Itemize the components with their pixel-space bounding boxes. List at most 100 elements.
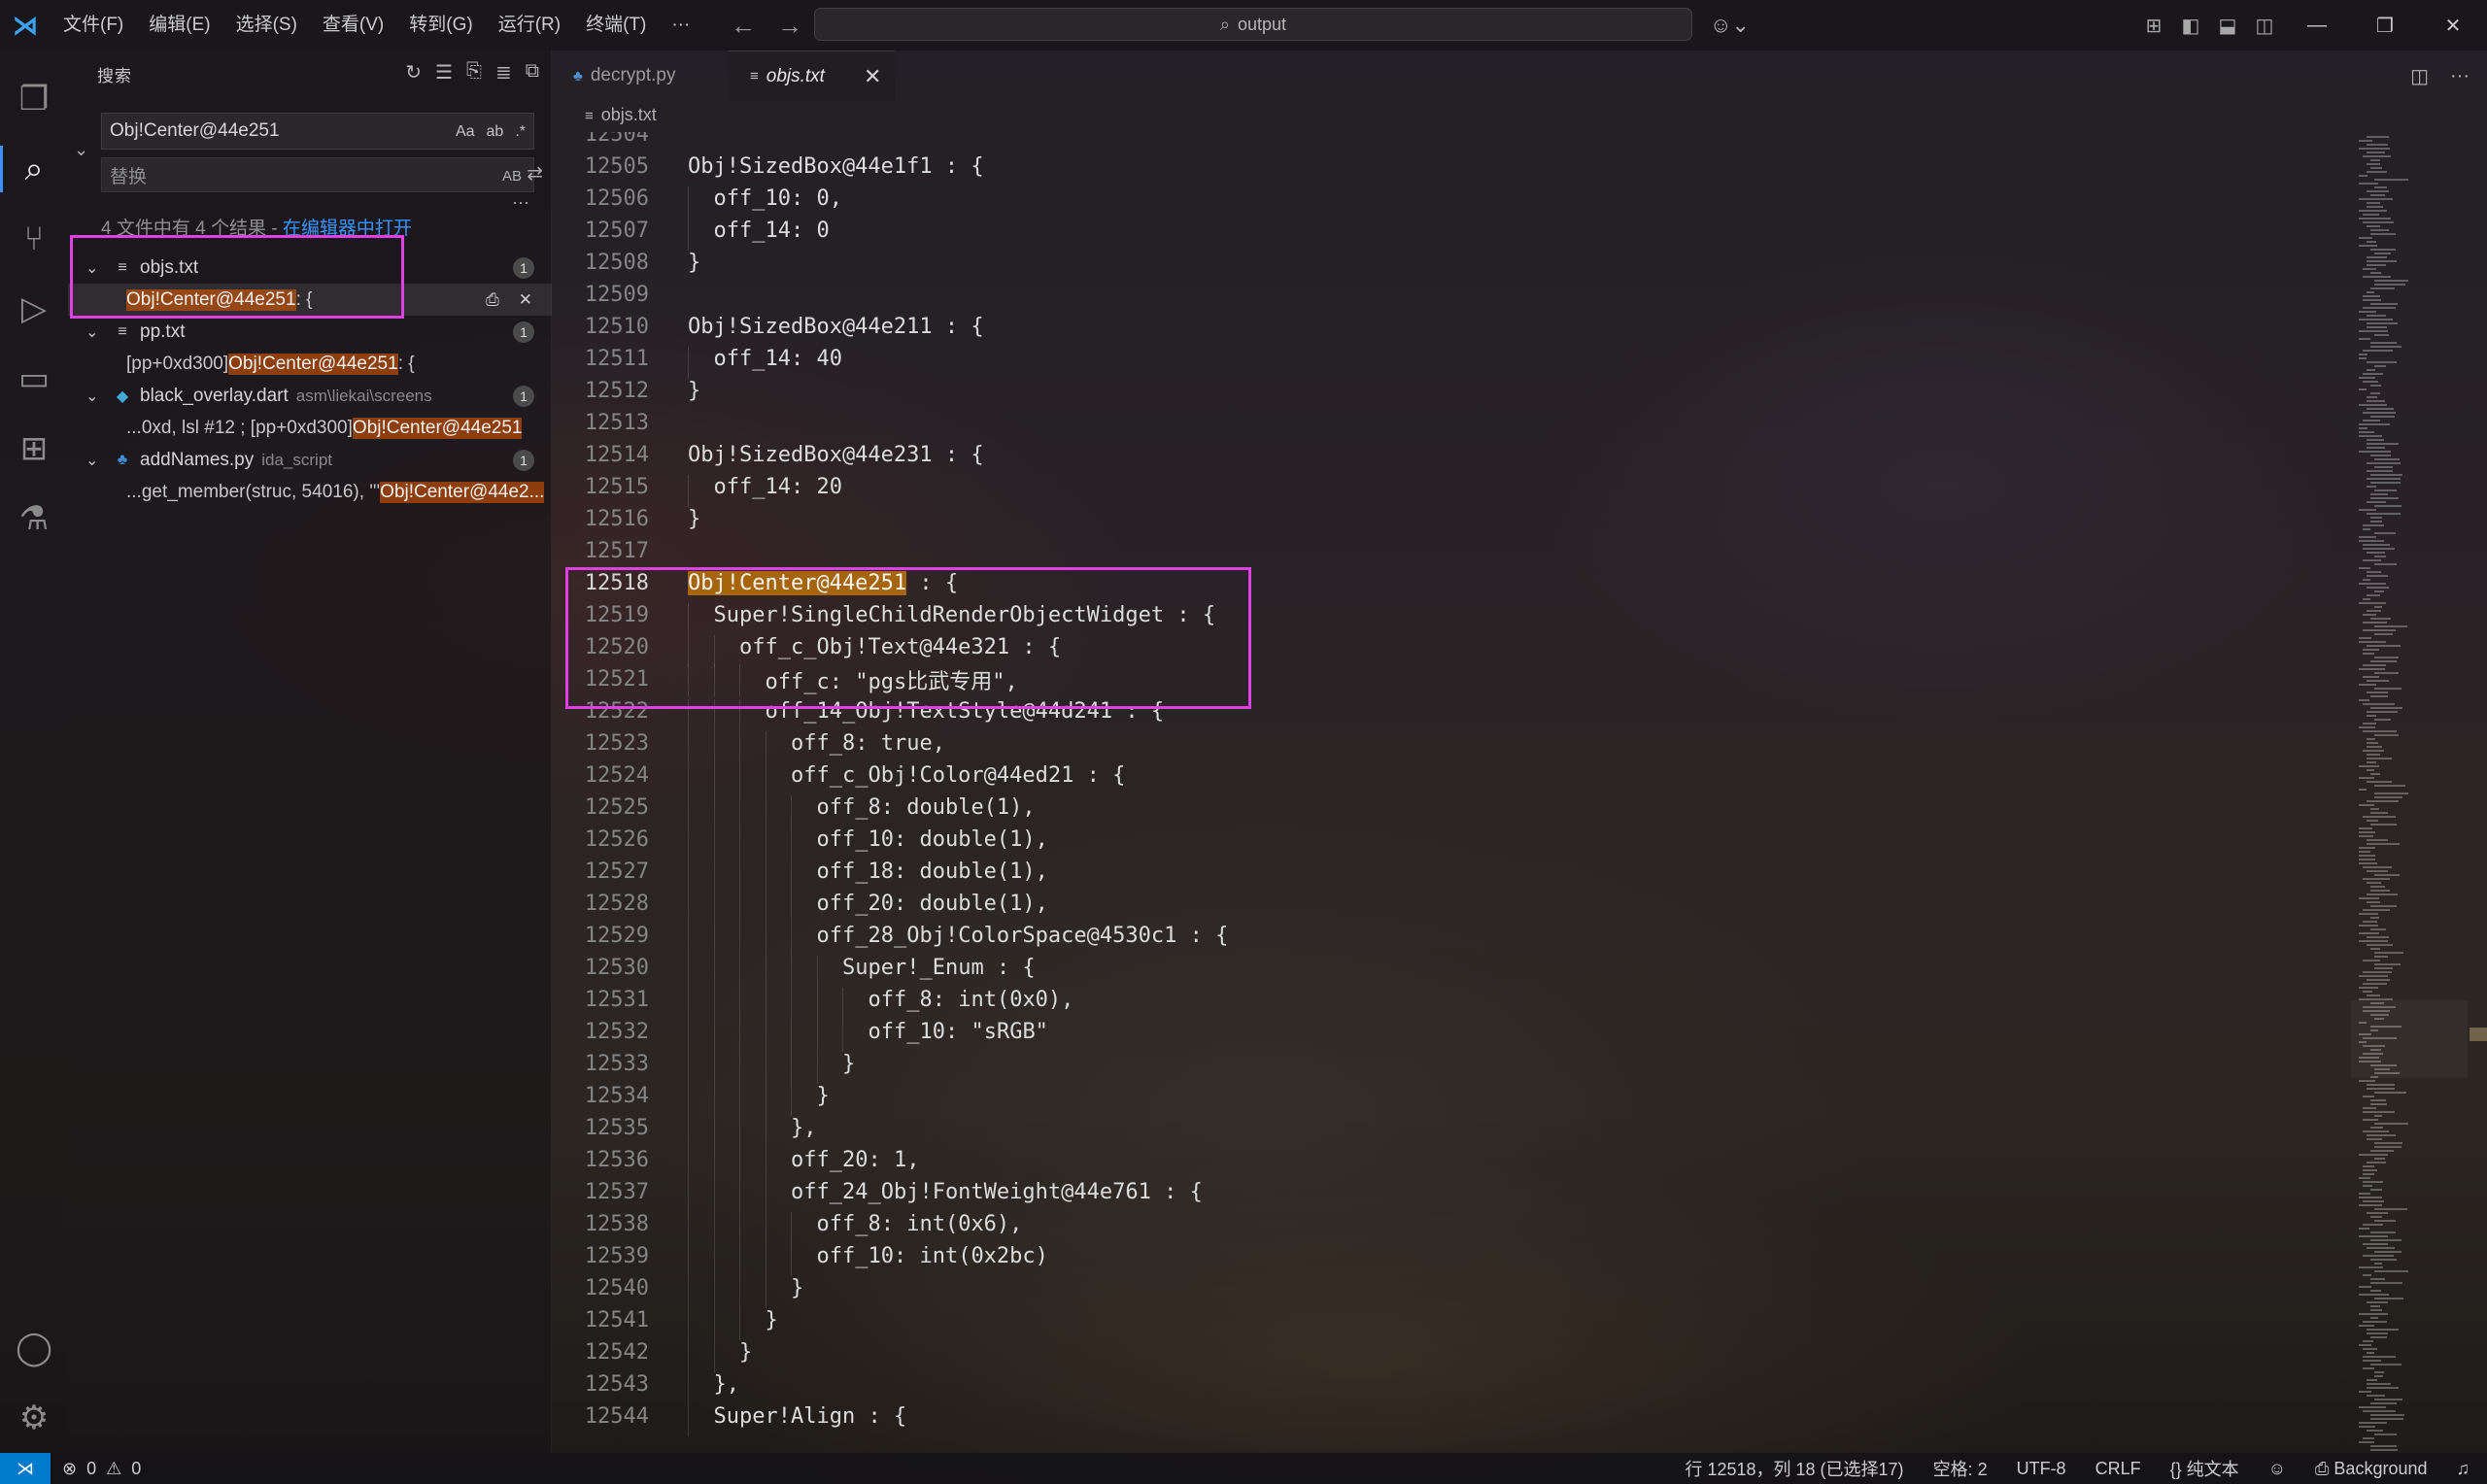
more-actions-icon[interactable]: ··· [2450, 65, 2470, 87]
cursor-position[interactable]: 行 12518，列 18 (已选择17) [1685, 1456, 1903, 1481]
minimap[interactable] [2351, 132, 2487, 1453]
code-line[interactable]: 12517 [552, 535, 688, 567]
close-window-icon[interactable]: ✕ [2419, 14, 2487, 38]
menu-item[interactable]: 编辑(E) [136, 0, 222, 51]
code-line[interactable]: 12543}, [552, 1368, 739, 1404]
copilot-status-icon[interactable]: ☺ [2268, 1459, 2286, 1479]
encoding[interactable]: UTF-8 [2017, 1459, 2066, 1479]
source-control-icon[interactable]: ⑂ [0, 204, 68, 274]
extensions-icon[interactable]: ⊞ [0, 414, 68, 484]
code-line[interactable]: 12542} [552, 1336, 752, 1372]
back-arrow-icon[interactable]: ← [731, 11, 756, 41]
collapse-all-icon[interactable]: ⧉ [526, 60, 539, 84]
code-line[interactable]: 12523 off_8: true, [552, 727, 945, 763]
menu-item[interactable]: 终端(T) [573, 0, 659, 51]
split-editor-icon[interactable]: ◫ [2410, 64, 2429, 88]
code-line[interactable]: 12512} [552, 375, 700, 407]
tab-objs-txt[interactable]: ≡ objs.txt ✕ [729, 51, 896, 101]
code-line[interactable]: 12541} [552, 1304, 778, 1340]
problems-indicator[interactable]: ⊗ 0 ⚠ 0 [62, 1459, 141, 1479]
menu-item[interactable]: 转到(G) [396, 0, 485, 51]
minimize-icon[interactable]: — [2283, 15, 2351, 37]
background-status[interactable]: ⎙ Background [2315, 1459, 2427, 1479]
code-line[interactable]: 12529 off_28_Obj!ColorSpace@4530c1 : { [552, 920, 1228, 956]
menu-item[interactable]: 查看(V) [310, 0, 396, 51]
code-line[interactable]: 12539 off_10: int(0x2bc) [552, 1240, 1048, 1276]
code-line[interactable]: 12537 off_24_Obj!FontWeight@44e761 : { [552, 1176, 1203, 1212]
restore-icon[interactable]: ❐ [2351, 14, 2419, 38]
testing-icon[interactable]: ⚗ [0, 484, 68, 554]
code-editor[interactable]: 12504 12505 Obj!SizedBox@44e1f1 : {12506 of… [552, 132, 2359, 1453]
code-line[interactable]: 12510 Obj!SizedBox@44e211 : { [552, 311, 984, 343]
command-center[interactable]: ⌕ output [814, 8, 1692, 41]
code-line[interactable]: 12524 off_c_Obj!Color@44ed21 : { [552, 759, 1125, 795]
code-line[interactable]: 12533} [552, 1048, 855, 1084]
code-line[interactable]: 12504 [552, 132, 688, 151]
forward-arrow-icon[interactable]: → [777, 11, 802, 41]
code-line[interactable]: 12508} [552, 247, 700, 279]
code-line[interactable]: 12531 off_8: int(0x0), [552, 984, 1073, 1020]
close-icon[interactable]: ✕ [864, 64, 881, 89]
match-whole-word-toggle[interactable]: ab [487, 123, 504, 141]
code-line[interactable]: 12535}, [552, 1112, 817, 1148]
search-input[interactable]: Obj!Center@44e251 Aa ab .* [101, 113, 534, 150]
code-line[interactable]: 12527 off_18: double(1), [552, 856, 1048, 892]
menu-item[interactable]: 选择(S) [223, 0, 310, 51]
code-line[interactable]: 12532 off_10: "sRGB" [552, 1016, 1048, 1052]
refresh-icon[interactable]: ↻ [405, 60, 422, 84]
code-line[interactable]: 12526 off_10: double(1), [552, 824, 1048, 860]
replace-all-icon[interactable]: ⇄ [527, 161, 543, 186]
match-case-toggle[interactable]: Aa [456, 123, 475, 141]
code-line[interactable]: 12540} [552, 1272, 803, 1308]
notifications-bell-icon[interactable]: ♫ [2457, 1459, 2470, 1479]
toggle-panel-icon[interactable]: ⬓ [2209, 14, 2246, 38]
result-file-pp[interactable]: ⌄ ≡ pp.txt 1 [68, 316, 552, 348]
indentation[interactable]: 空格: 2 [1933, 1456, 1988, 1481]
end-of-line[interactable]: CRLF [2095, 1459, 2141, 1479]
code-line[interactable]: 12544 Super!Align : { [552, 1400, 906, 1436]
settings-gear-icon[interactable]: ⚙ [0, 1383, 68, 1453]
language-mode[interactable]: {} 纯文本 [2170, 1456, 2239, 1481]
new-search-editor-icon[interactable]: ⎘ [466, 60, 482, 84]
preserve-case-toggle[interactable]: AB [502, 168, 522, 185]
result-match-row[interactable]: [pp+0xd300] Obj!Center@44e251 : { [68, 348, 552, 380]
result-match-row[interactable]: ...get_member(struc, 54016), ''' Obj!Cent… [68, 476, 552, 508]
code-line[interactable]: 12509 [552, 279, 688, 311]
toggle-secondary-sidebar-icon[interactable]: ◫ [2246, 14, 2283, 38]
more-options-icon[interactable]: ··· [512, 192, 529, 213]
remote-explorer-icon[interactable]: ▭ [0, 344, 68, 414]
code-line[interactable]: 12507 off_14: 0 [552, 215, 830, 251]
code-line[interactable]: 12516} [552, 503, 700, 535]
use-regex-toggle[interactable]: .* [515, 123, 526, 141]
code-line[interactable]: 12514 Obj!SizedBox@44e231 : { [552, 439, 984, 471]
toggle-sidebar-icon[interactable]: ◧ [2172, 14, 2209, 38]
result-match-row[interactable]: ...0xd, lsl #12 ; [pp+0xd300] Obj!Center… [68, 412, 552, 444]
search-view-icon[interactable]: ⌕ [0, 134, 68, 204]
copilot-icon[interactable]: ☺⌄ [1710, 0, 1750, 51]
result-file-addnames[interactable]: ⌄ ♣ addNames.py ida_script 1 [68, 444, 552, 476]
result-file-black-overlay[interactable]: ⌄ ◆ black_overlay.dart asm\liekai\screen… [68, 380, 552, 412]
explorer-icon[interactable]: ❐ [0, 64, 68, 134]
menu-item[interactable]: 文件(F) [51, 0, 136, 51]
code-line[interactable]: 12538 off_8: int(0x6), [552, 1208, 1022, 1244]
tab-decrypt-py[interactable]: ♣ decrypt.py [573, 51, 676, 101]
replace-match-icon[interactable]: ⎙ [486, 290, 499, 310]
code-line[interactable]: 12525 off_8: double(1), [552, 792, 1036, 827]
code-line[interactable]: 12534} [552, 1080, 830, 1116]
code-line[interactable]: 12505 Obj!SizedBox@44e1f1 : { [552, 151, 984, 183]
code-line[interactable]: 12506 off_10: 0, [552, 183, 842, 219]
run-debug-icon[interactable]: ▷ [0, 274, 68, 344]
view-as-tree-icon[interactable]: ≣ [495, 60, 512, 84]
accounts-icon[interactable]: ◯ [0, 1313, 68, 1383]
minimap-slider[interactable] [2351, 1000, 2468, 1078]
menu-item[interactable]: 运行(R) [486, 0, 573, 51]
code-line[interactable]: 12513 [552, 407, 688, 439]
toggle-replace-chevron-icon[interactable]: ⌄ [74, 140, 88, 160]
code-line[interactable]: 12528 off_20: double(1), [552, 888, 1048, 924]
code-line[interactable]: 12511 off_14: 40 [552, 343, 842, 379]
replace-input[interactable]: 替换 AB [101, 157, 534, 192]
dismiss-match-icon[interactable]: ✕ [519, 290, 532, 310]
code-line[interactable]: 12515 off_14: 20 [552, 471, 842, 507]
breadcrumb[interactable]: ≡ objs.txt [585, 105, 657, 125]
remote-indicator-icon[interactable]: ⋊ [0, 1453, 51, 1484]
